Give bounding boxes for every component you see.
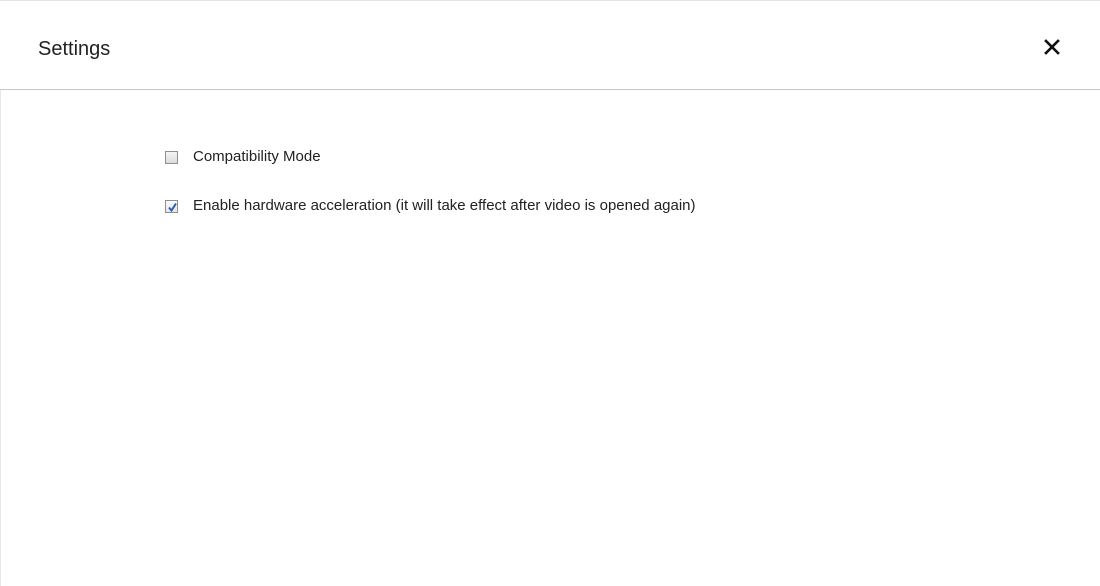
dialog-title: Settings <box>38 38 111 60</box>
compatibility-mode-label[interactable]: Compatibility Mode <box>193 148 321 166</box>
hardware-acceleration-label[interactable]: Enable hardware acceleration (it will ta… <box>193 197 696 215</box>
compatibility-mode-option[interactable]: Compatibility Mode <box>165 148 321 166</box>
checkmark-icon <box>168 202 177 212</box>
dialog-left-border <box>0 90 1 586</box>
hardware-acceleration-option[interactable]: Enable hardware acceleration (it will ta… <box>165 197 696 215</box>
hardware-acceleration-checkbox[interactable] <box>165 199 178 213</box>
close-button[interactable] <box>1040 35 1064 59</box>
settings-dialog: Settings Compatibility Mode Enable hardw… <box>0 0 1100 586</box>
dialog-header: Settings <box>0 0 1100 90</box>
close-icon <box>1044 39 1060 55</box>
compatibility-mode-checkbox[interactable] <box>165 150 178 164</box>
